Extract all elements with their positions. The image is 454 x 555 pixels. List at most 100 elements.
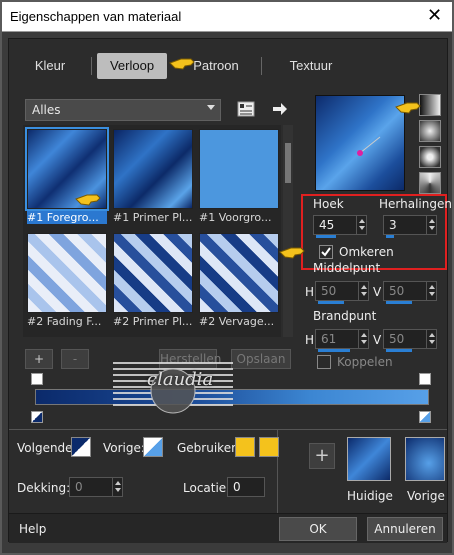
brandpunt-v-slider[interactable] bbox=[386, 349, 412, 352]
tile-caption: #2 Primer Pl... bbox=[113, 315, 193, 328]
gebruiker-swatch-1[interactable] bbox=[235, 437, 255, 457]
checkmark-icon bbox=[321, 247, 331, 257]
brandpunt-v-input[interactable]: 50 bbox=[383, 329, 437, 352]
locatie-value: 0 bbox=[233, 480, 241, 494]
ok-button[interactable]: OK bbox=[279, 517, 357, 541]
gradient-tile-fading[interactable] bbox=[27, 233, 107, 313]
color-stop-right[interactable] bbox=[419, 411, 431, 423]
tile-caption: #1 Foregro... bbox=[27, 211, 107, 224]
tab-textuur[interactable]: Textuur bbox=[273, 53, 349, 79]
middelpunt-label: Middelpunt bbox=[313, 261, 381, 275]
rectangular-style-button[interactable] bbox=[419, 120, 441, 142]
hoek-value: 45 bbox=[319, 218, 335, 232]
opacity-stop-left[interactable] bbox=[31, 373, 43, 385]
spinner-arrows-icon[interactable] bbox=[356, 216, 366, 234]
herhalingen-label: Herhalingen bbox=[379, 197, 452, 211]
footer-bar: Help OK Annuleren bbox=[9, 513, 447, 543]
tile-caption: #1 Primer Pl... bbox=[113, 211, 193, 224]
spinner-arrows-icon[interactable] bbox=[426, 282, 436, 300]
dekking-input[interactable]: 0 bbox=[69, 477, 123, 497]
material-properties-dialog: Eigenschappen van materiaal ✕ Kleur Verl… bbox=[0, 0, 454, 555]
arrow-right-icon[interactable] bbox=[271, 101, 289, 117]
spinner-arrows-icon[interactable] bbox=[426, 216, 436, 234]
hoek-slider[interactable] bbox=[316, 235, 336, 238]
locatie-input[interactable]: 0 bbox=[227, 477, 265, 497]
spinner-arrows-icon[interactable] bbox=[358, 282, 368, 300]
huidige-label: Huidige bbox=[347, 489, 393, 503]
opacity-stop-right[interactable] bbox=[419, 373, 431, 385]
vorige-stop-swatch[interactable] bbox=[143, 437, 163, 457]
omkeren-checkbox[interactable] bbox=[319, 245, 333, 259]
radial-style-button[interactable] bbox=[419, 172, 441, 194]
middelpunt-h-value: 50 bbox=[321, 284, 337, 298]
gradient-preview[interactable] bbox=[315, 95, 405, 191]
category-dropdown-value: Alles bbox=[32, 103, 61, 117]
brandpunt-h-value: 61 bbox=[321, 332, 337, 346]
close-icon[interactable]: ✕ bbox=[427, 5, 442, 26]
linear-style-button[interactable] bbox=[419, 94, 441, 116]
scrollbar-thumb[interactable] bbox=[285, 143, 291, 183]
middelpunt-h-input[interactable]: 50 bbox=[315, 281, 369, 304]
hoek-input[interactable]: 45 bbox=[313, 215, 367, 238]
gradient-tile-primer[interactable] bbox=[113, 129, 193, 209]
tab-verloop[interactable]: Verloop bbox=[97, 53, 167, 79]
watermark-logo: claudia bbox=[113, 357, 233, 417]
koppelen-label: Koppelen bbox=[337, 355, 393, 369]
spinner-arrows-icon[interactable] bbox=[112, 478, 122, 496]
gradient-tile-voorgrond[interactable] bbox=[199, 129, 279, 209]
watermark-text: claudia bbox=[147, 369, 214, 390]
vorige-swatch-label: Vorige bbox=[407, 489, 445, 503]
divider bbox=[9, 429, 447, 430]
tab-divider bbox=[91, 57, 92, 75]
add-gradient-button[interactable]: + bbox=[25, 349, 53, 369]
help-link[interactable]: Help bbox=[19, 522, 46, 536]
remove-gradient-button[interactable]: - bbox=[61, 349, 89, 369]
add-swatch-button[interactable]: + bbox=[309, 443, 335, 469]
herhalingen-value: 3 bbox=[389, 218, 397, 232]
hoek-label: Hoek bbox=[313, 197, 344, 211]
tab-kleur[interactable]: Kleur bbox=[19, 53, 81, 79]
pointer-hand-icon bbox=[279, 247, 305, 259]
middelpunt-v-value: 50 bbox=[389, 284, 405, 298]
gradient-tile-vervagen[interactable] bbox=[199, 233, 279, 313]
middelpunt-v-label: V bbox=[373, 285, 382, 299]
brandpunt-v-value: 50 bbox=[389, 332, 405, 346]
gebruiker-swatch-2[interactable] bbox=[259, 437, 279, 457]
manage-resources-icon[interactable] bbox=[237, 101, 255, 117]
brandpunt-h-slider[interactable] bbox=[318, 349, 350, 352]
brandpunt-label: Brandpunt bbox=[313, 309, 377, 323]
spinner-arrows-icon[interactable] bbox=[358, 330, 368, 348]
color-stop-left[interactable] bbox=[31, 411, 43, 423]
brandpunt-v-label: V bbox=[373, 333, 382, 347]
title-bar: Eigenschappen van materiaal ✕ bbox=[2, 2, 452, 32]
vorige-label: Vorige: bbox=[103, 441, 145, 455]
gebruiker-label: Gebruiker: bbox=[177, 441, 240, 455]
pointer-hand-icon bbox=[395, 102, 421, 114]
herhalingen-slider[interactable] bbox=[386, 235, 394, 238]
window-title: Eigenschappen van materiaal bbox=[10, 9, 182, 24]
vorige-swatch[interactable] bbox=[405, 437, 445, 481]
cancel-button[interactable]: Annuleren bbox=[367, 517, 443, 541]
volgende-swatch[interactable] bbox=[71, 437, 91, 457]
save-button[interactable]: Opslaan bbox=[231, 349, 291, 369]
dekking-value: 0 bbox=[75, 480, 83, 494]
koppelen-checkbox[interactable] bbox=[317, 355, 331, 369]
volgende-label: Volgende: bbox=[17, 441, 77, 455]
middelpunt-v-slider[interactable] bbox=[386, 301, 412, 304]
sunburst-style-button[interactable] bbox=[419, 146, 441, 168]
dekking-label: Dekking: bbox=[17, 481, 71, 495]
angle-handle-icon bbox=[357, 136, 381, 156]
middelpunt-v-input[interactable]: 50 bbox=[383, 281, 437, 304]
omkeren-label: Omkeren bbox=[339, 245, 394, 259]
spinner-arrows-icon[interactable] bbox=[426, 330, 436, 348]
herhalingen-input[interactable]: 3 bbox=[383, 215, 437, 238]
huidige-swatch[interactable] bbox=[347, 437, 391, 481]
pointer-hand-icon bbox=[75, 194, 101, 206]
tile-caption: #2 Vervage... bbox=[199, 315, 275, 328]
middelpunt-h-slider[interactable] bbox=[318, 301, 344, 304]
category-dropdown[interactable]: Alles bbox=[25, 99, 221, 121]
middelpunt-h-label: H bbox=[305, 285, 315, 299]
gradient-tile-primer-2[interactable] bbox=[113, 233, 193, 313]
brandpunt-h-input[interactable]: 61 bbox=[315, 329, 369, 352]
gallery-scrollbar[interactable] bbox=[283, 125, 293, 337]
